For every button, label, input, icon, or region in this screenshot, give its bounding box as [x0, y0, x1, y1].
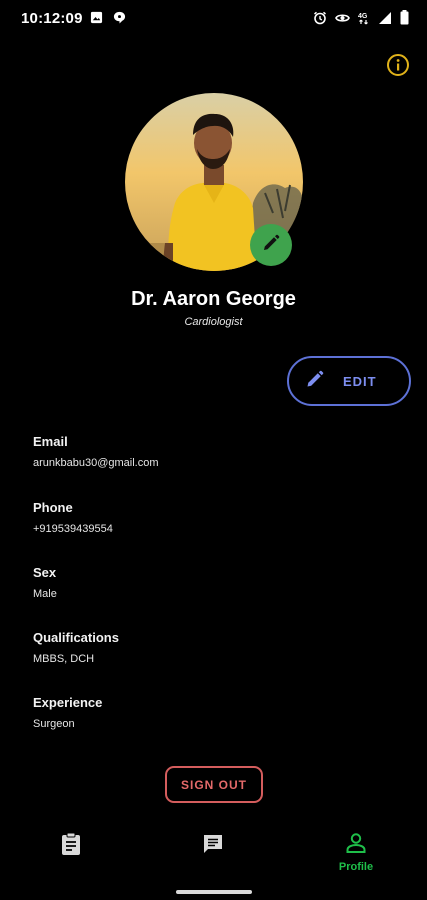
sign-out-button[interactable]: SIGN OUT: [165, 766, 263, 803]
battery-icon: [400, 10, 409, 30]
field-label: Experience: [33, 695, 103, 710]
sign-out-label: SIGN OUT: [180, 777, 247, 792]
info-button[interactable]: [386, 53, 410, 77]
field-value: MBBS, DCH: [33, 653, 95, 665]
chat-bubble-icon: [113, 11, 126, 29]
message-icon: [201, 832, 225, 861]
svg-text:4G: 4G: [358, 13, 368, 20]
cell-signal-icon: [378, 11, 392, 30]
person-icon: [345, 832, 367, 859]
alarm-icon: [313, 11, 327, 30]
edit-button-label: EDIT: [343, 373, 377, 389]
profile-avatar-container: [125, 93, 303, 271]
clipboard-icon: [60, 832, 82, 861]
field-label: Qualifications: [33, 630, 119, 645]
field-value: Surgeon: [33, 718, 75, 730]
nav-item-profile[interactable]: Profile: [316, 832, 396, 873]
edit-profile-button[interactable]: EDIT: [287, 356, 411, 406]
status-bar: 10:12:09 4G: [0, 0, 427, 36]
home-indicator[interactable]: [176, 890, 252, 894]
field-label: Email: [33, 434, 68, 449]
doctor-name: Dr. Aaron George: [131, 288, 296, 310]
bottom-navigation: Profile: [0, 832, 427, 882]
image-icon: [90, 11, 103, 29]
sex-field: Sex Male: [33, 565, 57, 600]
doctor-specialty: Cardiologist: [184, 316, 243, 328]
field-label: Sex: [33, 565, 57, 580]
status-time: 10:12:09: [21, 10, 83, 27]
eye-icon: [335, 11, 350, 29]
nav-item-messages[interactable]: [173, 832, 253, 863]
nav-item-clipboard[interactable]: [31, 832, 111, 863]
qualifications-field: Qualifications MBBS, DCH: [33, 630, 119, 665]
pencil-icon: [261, 233, 281, 258]
email-field: Email arunkbabu30@gmail.com: [33, 434, 159, 469]
info-icon: [386, 54, 410, 81]
avatar-edit-button[interactable]: [250, 224, 292, 266]
field-value: arunkbabu30@gmail.com: [33, 457, 159, 469]
nav-label-profile: Profile: [338, 861, 374, 873]
signal-4g-icon: 4G: [358, 11, 370, 30]
experience-field: Experience Surgeon: [33, 695, 102, 730]
pencil-icon: [305, 369, 325, 394]
field-label: Phone: [33, 500, 73, 515]
phone-field: Phone +919539439554: [33, 500, 113, 535]
field-value: +919539439554: [33, 523, 113, 535]
field-value: Male: [33, 588, 57, 600]
